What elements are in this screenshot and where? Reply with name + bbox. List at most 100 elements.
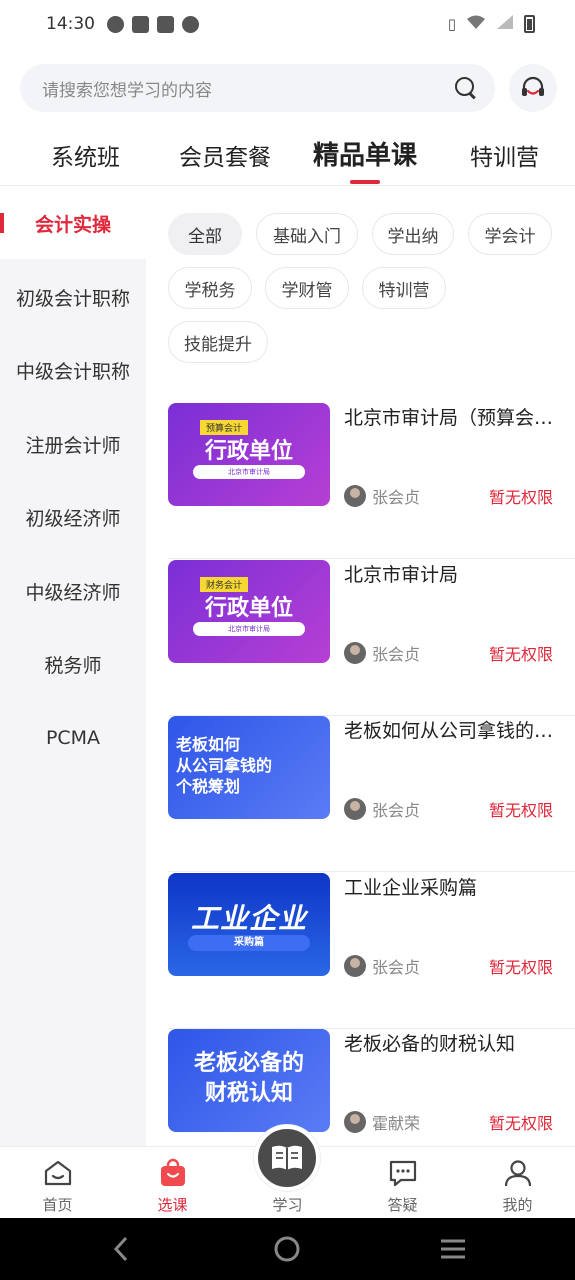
customer-service-button[interactable] [509,64,557,112]
filter-chip-all[interactable]: 全部 [168,213,242,255]
sidebar-item-tax-agent[interactable]: 税务师 [0,628,146,700]
teacher: 张会贞 [344,797,420,821]
divider [168,871,575,872]
course-thumbnail: 老板如何 从公司拿钱的 个税筹划 [168,716,330,819]
status-notification-icons [107,15,199,33]
course-card[interactable]: 老板如何 从公司拿钱的 个税筹划 老板如何从公司拿钱的个税筹划 张会贞 暂无权限 [168,716,575,872]
chat-icon [386,1156,420,1190]
thumb-title: 老板必备的 财税认知 [168,1049,330,1109]
course-thumbnail: 工业企业 采购篇 [168,873,330,976]
course-thumbnail: 老板必备的 财税认知 [168,1029,330,1132]
thumb-line: 老板如何 [176,735,241,754]
course-thumbnail: 财务会计 行政单位 北京市审计局 [168,560,330,663]
sidebar-item-intermediate-accountant[interactable]: 中级会计职称 [0,334,146,406]
thumb-subtitle: 北京市审计局 [193,465,305,479]
teacher-name: 张会贞 [372,645,421,664]
avatar [344,485,366,507]
headset-icon [522,76,544,96]
system-nav-bar [0,1218,575,1280]
home-circle-icon[interactable] [270,1232,304,1266]
search-placeholder: 请搜索您想学习的内容 [42,80,212,101]
thumb-title: 行政单位 [204,439,293,464]
tab-membership[interactable]: 会员套餐 [179,138,271,172]
search-input[interactable]: 请搜索您想学习的内容 [20,64,495,112]
tab-premium-single[interactable]: 精品单课 [313,135,417,172]
mail-icon [157,15,174,33]
teacher: 张会贞 [344,954,420,978]
tab-training-camp[interactable]: 特训营 [470,138,539,172]
course-card[interactable]: 财务会计 行政单位 北京市审计局 北京市审计局 张会贞 暂无权限 [168,560,575,716]
course-title: 老板如何从公司拿钱的个税筹划 [344,720,556,742]
permission-status: 暂无权限 [488,645,553,664]
course-title: 工业企业采购篇 [344,877,478,899]
permission-status: 暂无权限 [488,801,553,820]
data-saver-icon [107,15,124,33]
filter-chip-accounting[interactable]: 学会计 [468,213,552,255]
filter-chip-basics[interactable]: 基础入门 [256,213,358,255]
search-row: 请搜索您想学习的内容 [20,64,557,112]
status-bar: 14:30 ▯ [0,0,575,48]
nav-label: 答疑 [387,1196,418,1214]
tab-system-class[interactable]: 系统班 [51,138,120,172]
mail-icon [132,15,149,33]
nav-qa[interactable]: 答疑 [345,1147,460,1219]
filter-chip-cashier[interactable]: 学出纳 [372,213,454,255]
nav-select-course[interactable]: 选课 [115,1147,230,1219]
nav-home[interactable]: 首页 [0,1147,115,1219]
signal-icon [496,14,514,34]
avatar [344,642,366,664]
teacher: 张会贞 [344,484,420,508]
filter-chip-finance-mgmt[interactable]: 学财管 [265,267,349,309]
avatar [344,798,366,820]
back-icon[interactable] [104,1232,138,1266]
avatar [344,955,366,977]
course-title: 北京市审计局 [344,564,459,586]
search-icon[interactable] [455,77,477,99]
sidebar-item-cpa[interactable]: 注册会计师 [0,408,146,480]
course-card[interactable]: 预算会计 行政单位 北京市审计局 北京市审计局（预算会计） 张会贞 暂无权限 [168,403,575,559]
nav-label: 我的 [502,1196,533,1214]
sidebar-item-pcma[interactable]: PCMA [0,702,146,774]
shield-icon [182,15,199,33]
thumb-subtitle: 采购篇 [188,935,310,951]
teacher-name: 张会贞 [372,958,421,977]
nav-label: 学习 [272,1196,303,1214]
category-tabs: 系统班 会员套餐 精品单课 特训营 [0,128,575,186]
thumb-line: 老板必备的 [193,1051,304,1076]
sidebar-item-accounting-practice[interactable]: 会计实操 [0,187,146,259]
sidebar-item-junior-accountant[interactable]: 初级会计职称 [0,261,146,333]
teacher: 张会贞 [344,641,420,665]
permission-status: 暂无权限 [488,1114,553,1133]
filter-chip-skills[interactable]: 技能提升 [168,321,268,363]
menu-icon[interactable] [436,1232,470,1266]
thumb-title: 行政单位 [204,596,293,621]
teacher-name: 张会贞 [372,801,421,820]
thumb-title: 工业企业 [190,902,307,935]
study-button[interactable] [254,1125,320,1191]
course-card[interactable]: 工业企业 采购篇 工业企业采购篇 张会贞 暂无权限 [168,873,575,1029]
nav-label: 首页 [42,1196,73,1214]
filter-chip-training[interactable]: 特训营 [362,267,446,309]
thumb-line: 个税筹划 [176,777,241,796]
course-title: 老板必备的财税认知 [344,1033,516,1055]
sidebar: 会计实操 初级会计职称 中级会计职称 注册会计师 初级经济师 中级经济师 税务师… [0,187,146,1147]
nav-me[interactable]: 我的 [460,1147,575,1219]
battery-icon [524,15,535,33]
thumb-title: 老板如何 从公司拿钱的 个税筹划 [176,734,272,797]
bag-icon [156,1156,190,1190]
home-icon [41,1156,75,1190]
filter-chip-tax[interactable]: 学税务 [168,267,252,309]
permission-status: 暂无权限 [488,488,553,507]
vibrate-icon: ▯ [447,15,456,33]
avatar [344,1111,366,1133]
course-thumbnail: 预算会计 行政单位 北京市审计局 [168,403,330,506]
user-icon [501,1156,535,1190]
nav-label: 选课 [157,1196,188,1214]
teacher-name: 张会贞 [372,488,421,507]
sidebar-item-junior-economist[interactable]: 初级经济师 [0,481,146,553]
tab-active-indicator [350,180,380,184]
teacher: 霍献荣 [344,1110,420,1134]
course-title: 北京市审计局（预算会计） [344,407,556,429]
teacher-name: 霍献荣 [372,1114,421,1133]
sidebar-item-intermediate-economist[interactable]: 中级经济师 [0,555,146,627]
